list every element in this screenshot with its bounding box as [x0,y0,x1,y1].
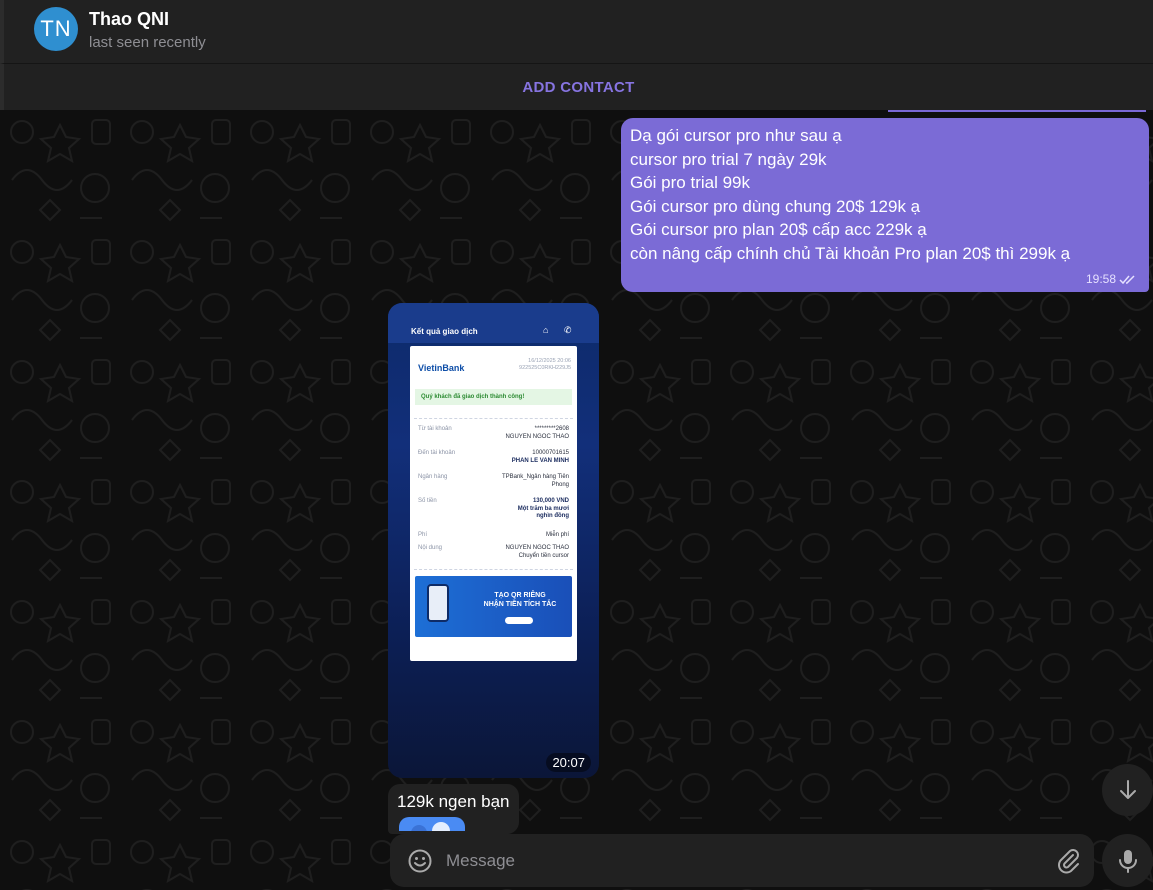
receipt-value-line: PHAN LE VAN MINH [511,457,569,464]
receipt-divider [414,418,573,419]
receipt-row-value: 130,000 VND Một trăm ba mươi nghìn đồng [518,498,569,521]
microphone-icon [1118,849,1137,873]
receipt-row-value: *********2608 NGUYEN NGOC THAO [505,426,569,441]
receipt-row-label: Số tiền [418,498,437,504]
receipt-date-text: 16/12/2025 20:06 [528,358,571,364]
receipt-row: Đến tài khoản 10000701615 PHAN LE VAN MI… [418,450,569,464]
chat-header[interactable]: TN Thao QNI last seen recently [0,0,1153,63]
contact-status: last seen recently [89,34,206,51]
receipt-value-line: Một trăm ba mươi [517,505,569,512]
receipt-divider [414,569,573,570]
receipt-value-line: nghìn đồng [536,513,569,519]
promo-line: NHẬN TIỀN TÍCH TẮC [483,601,557,608]
receipt-value-line: *********2608 [534,426,569,432]
add-contact-button[interactable]: ADD CONTACT [522,79,634,96]
promo-text: TẠO QR RIÊNG NHẬN TIỀN TÍCH TẮC [470,591,570,609]
receipt-row: Số tiền 130,000 VND Một trăm ba mươi ngh… [418,498,569,519]
receipt-row-value: Miễn phí [546,532,569,540]
receipt-row-label: Đến tài khoản [418,450,456,456]
receipt-value-line: NGUYEN NGOC THAO [505,433,569,440]
add-contact-bar: ADD CONTACT [0,63,1153,110]
receipt-row-value: 10000701615 PHAN LE VAN MINH [512,450,569,465]
voice-record-button[interactable] [1102,834,1153,887]
receipt-date: 16/12/2025 20:06 922525C0RKH229J5 [519,358,571,372]
telegram-chat-window: TN Thao QNI last seen recently ADD CONTA… [0,0,1153,890]
receipt-ref: 922525C0RKH229J5 [519,365,571,371]
scroll-down-button[interactable] [1102,764,1153,816]
receipt-row-label: Từ tài khoản [418,426,452,432]
message-line: Gói pro trial 99k [630,173,750,192]
promo-line: TẠO QR RIÊNG [494,592,546,599]
receipt-row-label: Ngân hàng [418,474,448,480]
message-time: 19:58 [1085,272,1116,286]
receipt-success-banner: Quý khách đã giao dịch thành công! [415,389,572,405]
receipt-card: VietinBank 16/12/2025 20:06 922525C0RKH2… [410,346,577,661]
contact-name[interactable]: Thao QNI [89,9,169,30]
receipt-title: Kết quả giao dịch [411,327,478,336]
promo-button [505,617,533,624]
paperclip-icon[interactable] [1056,848,1080,874]
receipt-row: Phí Miễn phí [418,532,569,538]
receipt-row-value: TPBank_Ngân hàng Tiên Phong [502,474,569,489]
home-icon: ⌂ [543,325,549,335]
message-line: còn nâng cấp chính chủ Tài khoản Pro pla… [630,243,1071,263]
reaction-icon [411,822,450,831]
receipt-row-value: NGUYEN NGOC THAO Chuyển tiền cursor [505,545,569,560]
receipt-value-line: Chuyển tiền cursor [518,552,569,559]
outgoing-message[interactable]: Dạ gói cursor pro như sau ạ cursor pro t… [621,118,1149,292]
reaction-badge[interactable] [399,817,465,831]
receipt-value-line: Phong [551,481,569,488]
receipt-row: Từ tài khoản *********2608 NGUYEN NGOC T… [418,426,569,440]
message-line: cursor pro trial 7 ngày 29k [630,149,827,169]
message-list[interactable]: Dạ gói cursor pro như sau ạ cursor pro t… [0,110,1153,890]
receipt-header [388,303,599,343]
incoming-message-text: 129k ngen bạn [397,792,510,811]
emoji-icon[interactable] [407,848,433,874]
receipt-row-label: Nội dung [418,545,443,551]
arrow-down-icon [1119,780,1136,799]
avatar[interactable]: TN [34,7,78,51]
receipt-value-line: NGUYEN NGOC THAO [505,545,569,551]
receipt-value-line: 130,000 VND [532,498,569,504]
receipt-value-line: 10000701615 [532,450,569,456]
double-check-icon [1119,274,1135,284]
receipt-row: Nội dung NGUYEN NGOC THAO Chuyển tiền cu… [418,545,569,559]
receipt-row: Ngân hàng TPBank_Ngân hàng Tiên Phong [418,474,569,488]
phone-illustration-icon [427,584,449,622]
bank-logo: VietinBank [418,363,465,373]
photo-time: 20:07 [546,753,591,772]
receipt-promo-banner: TẠO QR RIÊNG NHẬN TIỀN TÍCH TẮC [415,576,572,637]
receipt-value-line: TPBank_Ngân hàng Tiên [501,474,569,480]
message-input[interactable] [446,844,1036,877]
phone-icon: ✆ [564,325,572,335]
message-composer [390,834,1094,887]
receipt-row-label: Phí [418,532,428,538]
photo-message[interactable]: Kết quả giao dịch ⌂ ✆ VietinBank 16/12/2… [388,303,599,778]
message-line: Gói cursor pro dùng chung 20$ 129k ạ [630,196,921,216]
previous-message-edge [888,110,1146,112]
message-line: Gói cursor pro plan 20$ cấp acc 229k ạ [630,220,927,239]
receipt-value-line: Miễn phí [545,532,569,538]
message-meta: 19:58 [1086,272,1137,286]
message-line: Dạ gói cursor pro như sau ạ [630,126,842,145]
